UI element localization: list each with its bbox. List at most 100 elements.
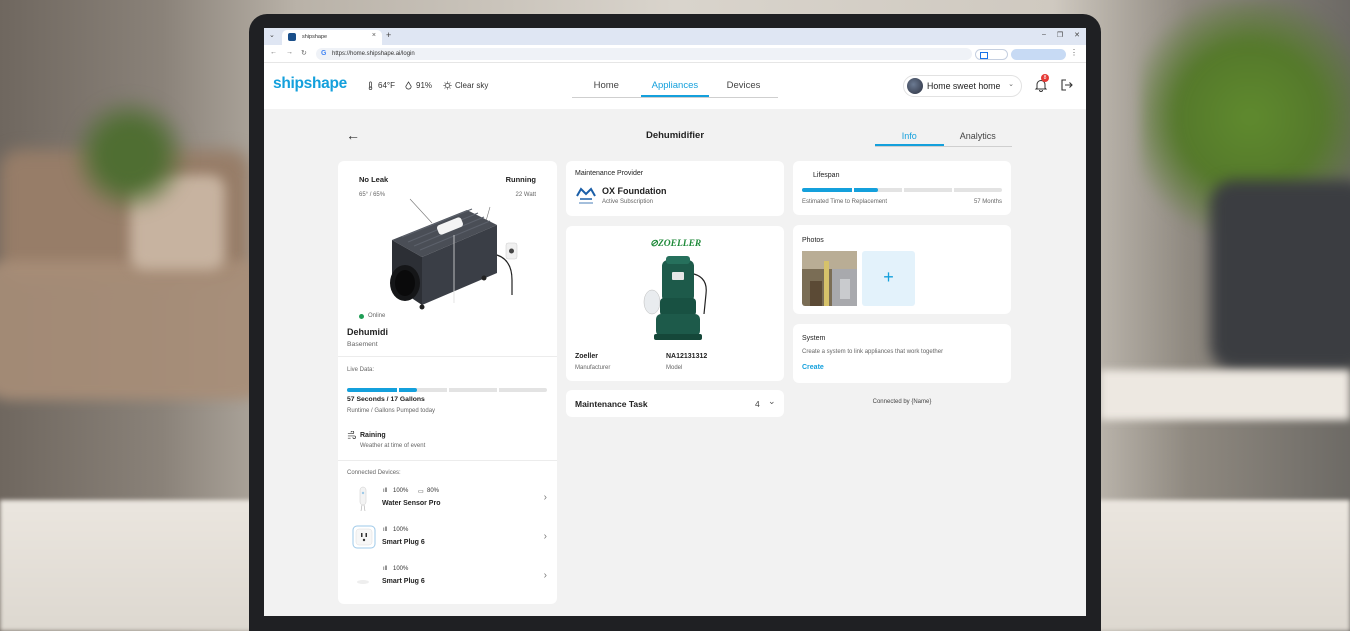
window-controls: – ❐ ✕	[1042, 31, 1080, 39]
battery-icon: ▭	[418, 489, 424, 495]
lifespan-fill	[802, 188, 878, 192]
chevron-down-icon: ⌄	[768, 396, 776, 406]
lifespan-label: Lifespan	[813, 172, 840, 179]
appliance-location: Basement	[347, 341, 378, 348]
shipshape-logo[interactable]: shipshape	[273, 75, 347, 93]
weather-caption: Weather at time of event	[360, 443, 426, 449]
signal-value: 100%	[393, 566, 409, 572]
bar-segment	[852, 188, 854, 192]
online-status: Online	[368, 313, 386, 319]
home-selector[interactable]: Home sweet home ⌄	[903, 75, 1022, 97]
bar-segment	[902, 188, 904, 192]
home-selector-label: Home sweet home	[927, 81, 1001, 91]
signal-icon: ıll	[383, 527, 388, 533]
smart-plug-icon	[352, 525, 376, 549]
maintenance-provider-label: Maintenance Provider	[575, 170, 644, 177]
chevron-right-icon: ›	[543, 531, 547, 542]
smart-plug-icon	[357, 580, 369, 584]
page-content: ← Dehumidifier Info Analytics No Leak 65…	[264, 109, 1086, 616]
profile-pill[interactable]	[1011, 49, 1066, 60]
appliance-card: No Leak 65° / 65% Running 22 Watt Online…	[338, 161, 557, 604]
lifespan-value: 57 Months	[973, 199, 1002, 205]
blurred-chair	[1210, 180, 1350, 370]
bar-segment	[497, 388, 499, 392]
divider	[338, 356, 557, 357]
tab-list-icon[interactable]: ⌄	[269, 31, 275, 39]
browser-tab-bar: ⌄ shipshape × + – ❐ ✕	[264, 28, 1086, 45]
divider	[338, 460, 557, 461]
bar-segment	[952, 188, 954, 192]
bar-segment	[397, 388, 399, 392]
browser-toolbar: ← → ↻ G https://home.shipshape.ai/login …	[264, 45, 1086, 63]
restore-icon[interactable]: ❐	[1057, 31, 1063, 39]
back-nav-icon[interactable]: ←	[270, 49, 277, 56]
maintenance-task-count: 4	[755, 399, 760, 409]
close-window-icon[interactable]: ✕	[1074, 31, 1080, 39]
blurred-plant-left	[70, 95, 190, 215]
sky-value: Clear sky	[455, 81, 489, 90]
ox-foundation-logo	[576, 187, 596, 204]
add-photo-button[interactable]: +	[862, 251, 915, 306]
water-sensor-icon	[359, 486, 367, 512]
maintenance-task-label: Maintenance Task	[575, 399, 648, 409]
sump-pump-image	[643, 256, 707, 340]
tab-analytics[interactable]: Analytics	[944, 126, 1013, 146]
browser-menu-icon[interactable]: ⋮	[1070, 48, 1078, 57]
chevron-right-icon: ›	[543, 492, 547, 503]
lifespan-caption: Estimated Time to Replacement	[802, 199, 888, 205]
minimize-icon[interactable]: –	[1042, 31, 1046, 39]
device-name: Water Sensor Pro	[382, 500, 441, 507]
browser-tab[interactable]: shipshape ×	[282, 30, 382, 45]
sky-readout: Clear sky	[443, 81, 488, 90]
maintenance-task-accordion[interactable]: Maintenance Task 4 ⌄	[566, 390, 784, 417]
live-data-fill	[347, 388, 417, 392]
close-tab-icon[interactable]: ×	[372, 32, 376, 39]
create-system-link[interactable]: Create	[802, 364, 824, 371]
humidity-value: 91%	[416, 81, 433, 90]
device-name: Smart Plug 6	[382, 578, 425, 585]
nav-tab-home[interactable]: Home	[572, 73, 641, 97]
connected-devices-label: Connected Devices:	[347, 470, 401, 476]
nav-tab-appliances[interactable]: Appliances	[640, 73, 710, 97]
sun-icon	[443, 81, 452, 90]
thermometer-icon	[368, 81, 373, 90]
home-avatar	[907, 78, 923, 94]
provider-name: OX Foundation	[602, 186, 667, 196]
zoeller-logo: ⊘ZOELLER	[650, 239, 701, 249]
photos-card: Photos +	[793, 225, 1011, 314]
main-nav: Home Appliances Devices	[572, 73, 778, 98]
connected-device-row[interactable]: ıll 100% Smart Plug 6 ›	[338, 561, 557, 597]
app-header: shipshape 64°F 91% Clear sky Home Applia…	[264, 63, 1086, 109]
new-tab-icon[interactable]: +	[386, 30, 391, 40]
signal-value: 100%	[393, 527, 409, 533]
model-label: Model	[666, 365, 683, 371]
browser-window: ⌄ shipshape × + – ❐ ✕ ← → ↻ G https://ho…	[264, 28, 1086, 616]
manufacturer-label: Manufacturer	[575, 365, 611, 371]
product-card: ⊘ZOELLER Zoeller Manufacturer NA12131312…	[566, 226, 784, 381]
temperature-value: 64°F	[378, 81, 395, 90]
appliance-name: Dehumidi	[347, 327, 389, 337]
chevron-right-icon: ›	[543, 570, 547, 581]
photo-thumbnail[interactable]	[802, 251, 857, 306]
logout-icon[interactable]	[1060, 78, 1074, 92]
maintenance-provider-card[interactable]: Maintenance Provider OX Foundation Activ…	[566, 161, 784, 216]
wind-icon	[347, 431, 356, 439]
photos-label: Photos	[802, 237, 824, 244]
droplet-icon	[405, 81, 412, 90]
tab-title: shipshape	[302, 34, 328, 40]
extension-icon[interactable]	[975, 49, 1008, 60]
connected-device-row[interactable]: ıll 100% ▭ 80% Water Sensor Pro ›	[338, 483, 557, 519]
svg-text:⊘ZOELLER: ⊘ZOELLER	[650, 239, 701, 249]
chevron-down-icon: ⌄	[1008, 81, 1014, 88]
nav-tab-devices[interactable]: Devices	[709, 73, 778, 97]
subscription-status: Active Subscription	[602, 199, 654, 205]
live-data-value: 57 Seconds / 17 Gallons	[347, 396, 425, 403]
tab-info[interactable]: Info	[875, 126, 944, 146]
reload-icon[interactable]: ↻	[301, 49, 307, 57]
connected-device-row[interactable]: ıll 100% Smart Plug 6 ›	[338, 522, 557, 558]
address-bar[interactable]: G https://home.shipshape.ai/login	[316, 48, 972, 60]
weather-event: Raining	[360, 432, 386, 439]
forward-nav-icon[interactable]: →	[286, 49, 293, 56]
live-data-bar	[347, 388, 547, 392]
bar-segment	[447, 388, 449, 392]
